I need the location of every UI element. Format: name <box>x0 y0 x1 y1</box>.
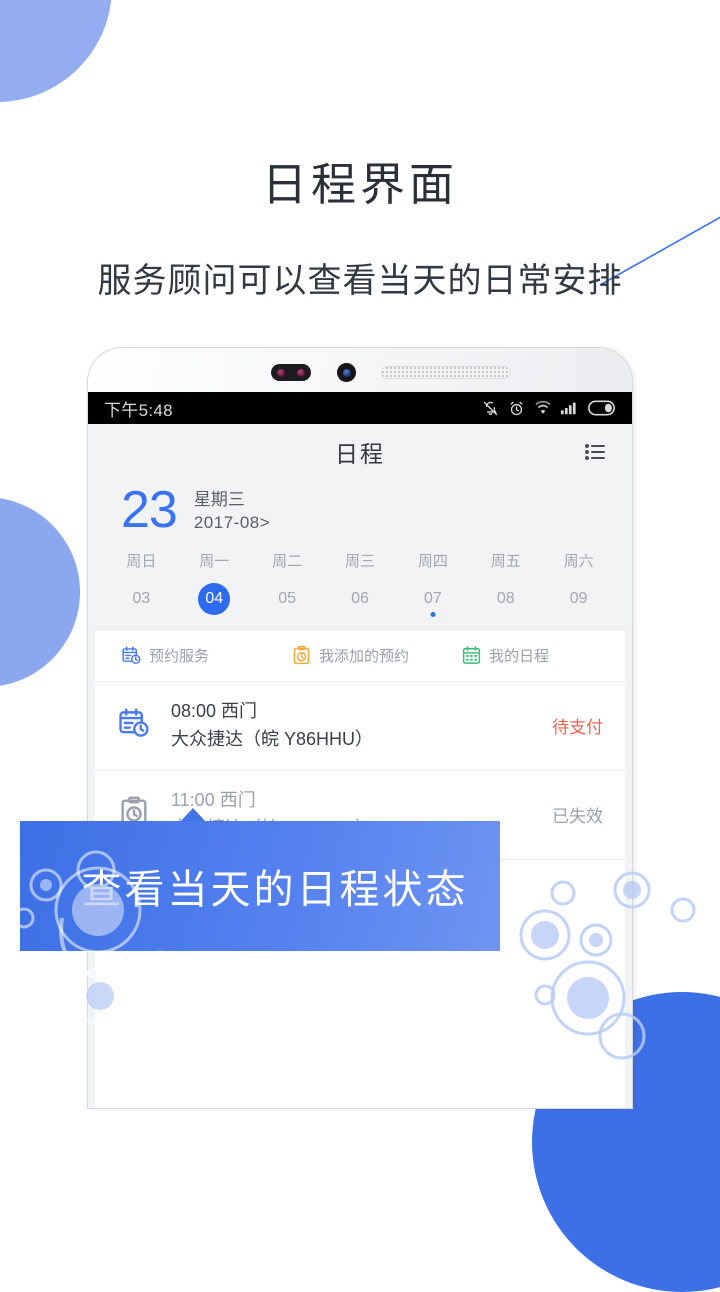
week-day-07[interactable]: 周四 07 <box>396 550 469 617</box>
front-camera-icon <box>337 363 356 382</box>
date-day-number: 23 <box>121 481 178 539</box>
appointment-time-location: 11:00 西门 <box>171 789 256 810</box>
status-bar: 下午5:48 <box>88 392 632 424</box>
appointment-row[interactable]: 08:00 西门 大众捷达（皖 Y86HHU） 待支付 <box>95 682 625 771</box>
week-day-number: 06 <box>351 590 369 607</box>
signal-icon <box>561 402 576 415</box>
week-day-number-wrap: 03 <box>105 583 178 615</box>
week-day-label: 周五 <box>490 553 521 570</box>
week-day-number-wrap: 05 <box>251 583 324 615</box>
week-day-number-wrap: 07 <box>396 583 469 617</box>
promo-banner: 查看当天的日程状态 <box>20 821 500 951</box>
week-day-label: 周一 <box>199 553 230 570</box>
calendar-clock-icon <box>119 708 149 738</box>
week-day-label: 周日 <box>126 553 157 570</box>
date-weekday: 星期三 <box>193 489 245 509</box>
week-day-number: 03 <box>132 590 151 607</box>
tab-3[interactable]: 我的日程 <box>445 645 615 666</box>
battery-icon <box>588 400 615 416</box>
date-meta: 星期三 2017-08> <box>194 486 270 535</box>
week-day-label: 周二 <box>272 553 303 570</box>
decorative-circle-top-left <box>0 0 112 102</box>
week-strip: 周日 03 周一 04 周二 05 周三 06 周四 07 周五 08 周六 09 <box>95 546 625 617</box>
appointment-vehicle: 大众捷达（皖 Y86HHU） <box>171 728 374 749</box>
proximity-sensor-icon <box>271 364 311 381</box>
tab-label: 我的日程 <box>489 648 550 665</box>
appointment-icon <box>117 706 163 745</box>
week-day-label: 周三 <box>345 553 376 570</box>
appointment-time-location: 08:00 西门 <box>171 701 258 721</box>
tab-2[interactable]: 我添加的预约 <box>275 645 445 666</box>
tab-1[interactable]: 预约服务 <box>105 645 275 666</box>
week-day-number-wrap: 06 <box>324 583 397 615</box>
week-day-05[interactable]: 周二 05 <box>251 550 324 615</box>
week-day-08[interactable]: 周五 08 <box>469 550 542 615</box>
week-day-label: 周六 <box>563 553 594 570</box>
week-day-04[interactable]: 周一 04 <box>178 550 251 615</box>
week-day-09[interactable]: 周六 09 <box>542 550 615 615</box>
week-day-number-wrap: 04 <box>198 583 231 615</box>
week-day-number: 08 <box>496 590 515 607</box>
status-badge: 已失效 <box>552 807 603 827</box>
alarm-icon <box>510 401 523 415</box>
week-day-number-wrap: 09 <box>542 583 615 615</box>
calendar-clock-icon <box>122 646 141 665</box>
week-day-number: 07 <box>423 590 442 607</box>
tabs-row: 预约服务 我添加的预约 我的日程 <box>95 630 625 682</box>
appointment-details: 08:00 西门大众捷达（皖 Y86HHU） <box>163 698 552 754</box>
decorative-circle-middle-left <box>0 497 80 687</box>
earpiece-speaker <box>381 366 511 379</box>
promo-banner-text: 查看当天的日程状态 <box>81 868 469 912</box>
list-menu-icon[interactable] <box>583 440 607 464</box>
status-bar-icons <box>482 400 618 417</box>
banner-pointer <box>180 808 206 822</box>
phone-mockup: 下午5:48 日程 23 星期三 2017-08> 周日 03 周一 04 周二… <box>88 348 632 1108</box>
calendar-grid-icon <box>462 646 481 664</box>
week-day-03[interactable]: 周日 03 <box>105 550 178 615</box>
page-title: 日程界面 <box>261 159 458 210</box>
week-day-06[interactable]: 周三 06 <box>324 550 397 615</box>
page-header-title: 日程 <box>335 441 385 467</box>
phone-top-bezel <box>88 348 632 392</box>
page-subtitle: 服务顾问可以查看当天的日常安排 <box>97 262 623 300</box>
week-day-label: 周四 <box>417 553 448 570</box>
event-dot-indicator <box>430 612 436 617</box>
status-bar-time: 下午5:48 <box>104 400 173 420</box>
status-badge: 待支付 <box>552 718 603 738</box>
week-day-number: 09 <box>569 590 588 607</box>
bell-muted-icon <box>483 401 498 415</box>
tab-label: 我添加的预约 <box>319 648 410 665</box>
date-month-selector[interactable]: 2017-08> <box>194 512 270 535</box>
week-day-number: 04 <box>205 590 224 607</box>
app-screen: 日程 23 星期三 2017-08> 周日 03 周一 04 周二 05 周三 06 周四 07 周… <box>88 424 632 1108</box>
current-date-block[interactable]: 23 星期三 2017-08> <box>95 480 625 546</box>
tab-label: 预约服务 <box>149 648 210 665</box>
app-header: 日程 <box>95 424 625 480</box>
clipboard-clock-icon <box>293 645 310 665</box>
week-day-number: 05 <box>278 590 297 607</box>
week-day-number-wrap: 08 <box>469 583 542 615</box>
wifi-icon <box>535 400 551 414</box>
